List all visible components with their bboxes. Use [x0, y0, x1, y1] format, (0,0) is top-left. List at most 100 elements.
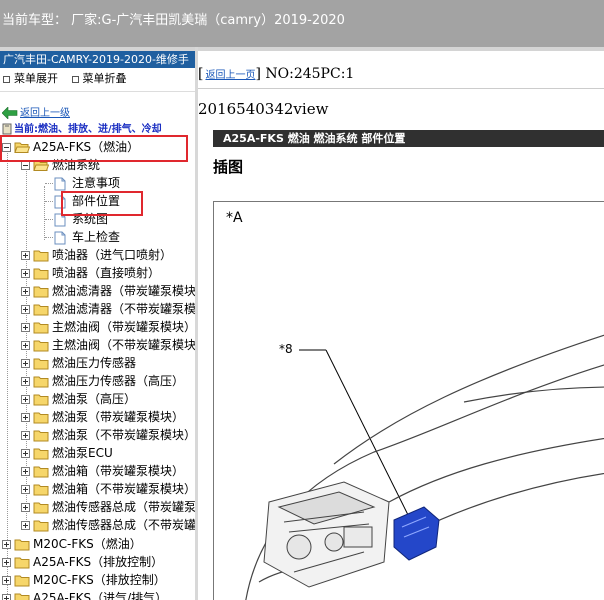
folder-icon [33, 304, 49, 316]
expand-toggle-icon[interactable] [21, 305, 30, 314]
expand-toggle-icon[interactable] [21, 485, 30, 494]
folder-icon [33, 286, 49, 298]
expand-toggle-icon[interactable] [21, 287, 30, 296]
folder-icon [33, 484, 49, 496]
tree-line [45, 183, 53, 184]
folder-icon [33, 358, 49, 370]
current-path-text: 当前:燃油、排放、进/排气、冷却 [14, 124, 162, 135]
expand-toggle-icon[interactable] [21, 521, 30, 530]
expand-toggle-icon[interactable] [2, 576, 11, 585]
folder-icon [14, 557, 30, 569]
expand-toggle-icon[interactable] [21, 341, 30, 350]
folder-icon [33, 250, 49, 262]
expand-toggle-icon[interactable] [21, 377, 30, 386]
back-arrow-icon[interactable] [2, 107, 18, 119]
illustration: *A *8 [213, 201, 604, 600]
expand-toggle-icon[interactable] [2, 594, 11, 600]
highlight-box-root-group [0, 135, 188, 162]
tree-folder[interactable]: 燃油泵ECU [21, 444, 113, 462]
expand-toggle-icon[interactable] [2, 540, 11, 549]
content-pane: [返回上一页] NO:245PC:1 2016540342view A25A-F… [198, 51, 604, 600]
tree-folder[interactable]: 燃油传感器总成（不带炭罐泵模块） [21, 516, 195, 534]
window-title: 当前车型： 厂家:G-广汽丰田凯美瑞（camry）2019-2020 [2, 13, 345, 28]
panel-title: 广汽丰田-CAMRY-2019-2020-维修手 [0, 51, 195, 68]
tree-line [44, 186, 45, 240]
tree-folder[interactable]: 主燃油阀（不带炭罐泵模块） [21, 336, 195, 354]
tree-folder[interactable]: 燃油泵（带炭罐泵模块） [21, 408, 184, 426]
tree-folder[interactable]: 燃油箱（带炭罐泵模块） [21, 462, 184, 480]
engine-block [263, 481, 390, 588]
folder-icon [33, 340, 49, 352]
folder-icon [33, 412, 49, 424]
document-icon [54, 231, 66, 244]
bracket: ] [255, 66, 266, 82]
tree-group[interactable]: M20C-FKS（燃油） [2, 535, 142, 553]
tree-folder[interactable]: 燃油传感器总成（带炭罐泵模块） [21, 498, 195, 516]
tree-group[interactable]: A25A-FKS（进气/排气） [2, 589, 167, 600]
tree-folder[interactable]: 燃油泵（高压） [21, 390, 136, 408]
tree-group[interactable]: A25A-FKS（排放控制） [2, 553, 163, 571]
tree-folder[interactable]: 燃油泵（不带炭罐泵模块） [21, 426, 195, 444]
book-icon [2, 123, 12, 135]
expand-toggle-icon[interactable] [21, 251, 30, 260]
expand-toggle-icon[interactable] [21, 413, 30, 422]
tree-group[interactable]: M20C-FKS（排放控制） [2, 571, 166, 589]
folder-icon [14, 539, 30, 551]
folder-icon [33, 376, 49, 388]
folder-icon [33, 430, 49, 442]
collapse-toggle-icon[interactable] [21, 161, 30, 170]
expand-toggle-icon[interactable] [21, 503, 30, 512]
title-bar: 当前车型： 厂家:G-广汽丰田凯美瑞（camry）2019-2020 [0, 0, 604, 47]
folder-icon [33, 520, 49, 532]
back-row: 返回上一级 [2, 106, 70, 122]
separator [0, 91, 195, 92]
menu-toggle-row: 菜单展开 菜单折叠 [0, 71, 195, 87]
expand-toggle-icon[interactable] [21, 395, 30, 404]
content-header: [返回上一页] NO:245PC:1 [198, 62, 604, 86]
folder-icon [33, 448, 49, 460]
tree-line [45, 219, 53, 220]
folder-icon [33, 394, 49, 406]
collapse-icon [71, 75, 79, 83]
folder-icon [14, 575, 30, 587]
back-page-link[interactable]: 返回上一页 [205, 70, 255, 81]
car-engine-illustration [245, 334, 604, 600]
expand-toggle-icon[interactable] [21, 431, 30, 440]
expand-toggle-icon[interactable] [21, 467, 30, 476]
folder-icon [33, 502, 49, 514]
bracket: [ [198, 66, 204, 82]
tree-folder[interactable]: 燃油滤清器（带炭罐泵模块） [21, 282, 195, 300]
tree-folder[interactable]: 燃油箱（不带炭罐泵模块） [21, 480, 195, 498]
tree-folder[interactable]: 燃油压力传感器 [21, 354, 136, 372]
tree-doc-precautions[interactable]: 注意事项 [54, 174, 120, 192]
tree-line [45, 237, 53, 238]
tree-folder[interactable]: 主燃油阀（带炭罐泵模块） [21, 318, 195, 336]
left-panel: 广汽丰田-CAMRY-2019-2020-维修手 菜单展开 菜单折叠 返回上一级… [0, 51, 195, 600]
expand-all-button[interactable]: 菜单展开 [14, 72, 58, 85]
doc-id: NO:245PC:1 [265, 66, 355, 82]
tree-line [45, 201, 53, 202]
view-id: 2016540342view [198, 100, 329, 118]
fuel-pump-part [393, 506, 440, 561]
expand-toggle-icon[interactable] [2, 558, 11, 567]
folder-icon [33, 322, 49, 334]
expand-toggle-icon[interactable] [21, 269, 30, 278]
section-title-bar: A25A-FKS 燃油 燃油系统 部件位置 [213, 130, 604, 147]
tree-folder[interactable]: 燃油滤清器（不带炭罐泵模块） [21, 300, 195, 318]
document-icon [54, 177, 66, 190]
folder-icon [33, 466, 49, 478]
expand-toggle-icon[interactable] [21, 359, 30, 368]
expand-toggle-icon[interactable] [21, 323, 30, 332]
tree-folder[interactable]: 喷油器（直接喷射） [21, 264, 160, 282]
collapse-all-button[interactable]: 菜单折叠 [83, 72, 127, 85]
tree-folder[interactable]: 燃油压力传感器（高压） [21, 372, 184, 390]
folder-icon [33, 268, 49, 280]
highlight-box-component-location [61, 191, 143, 216]
expand-toggle-icon[interactable] [21, 449, 30, 458]
subheading: 插图 [213, 158, 244, 176]
expand-icon [3, 75, 10, 83]
tree-doc-on-vehicle-inspection[interactable]: 车上检查 [54, 228, 120, 246]
tree-folder[interactable]: 喷油器（进气口喷射） [21, 246, 172, 264]
back-link[interactable]: 返回上一级 [20, 108, 70, 119]
header-divider [198, 88, 604, 89]
